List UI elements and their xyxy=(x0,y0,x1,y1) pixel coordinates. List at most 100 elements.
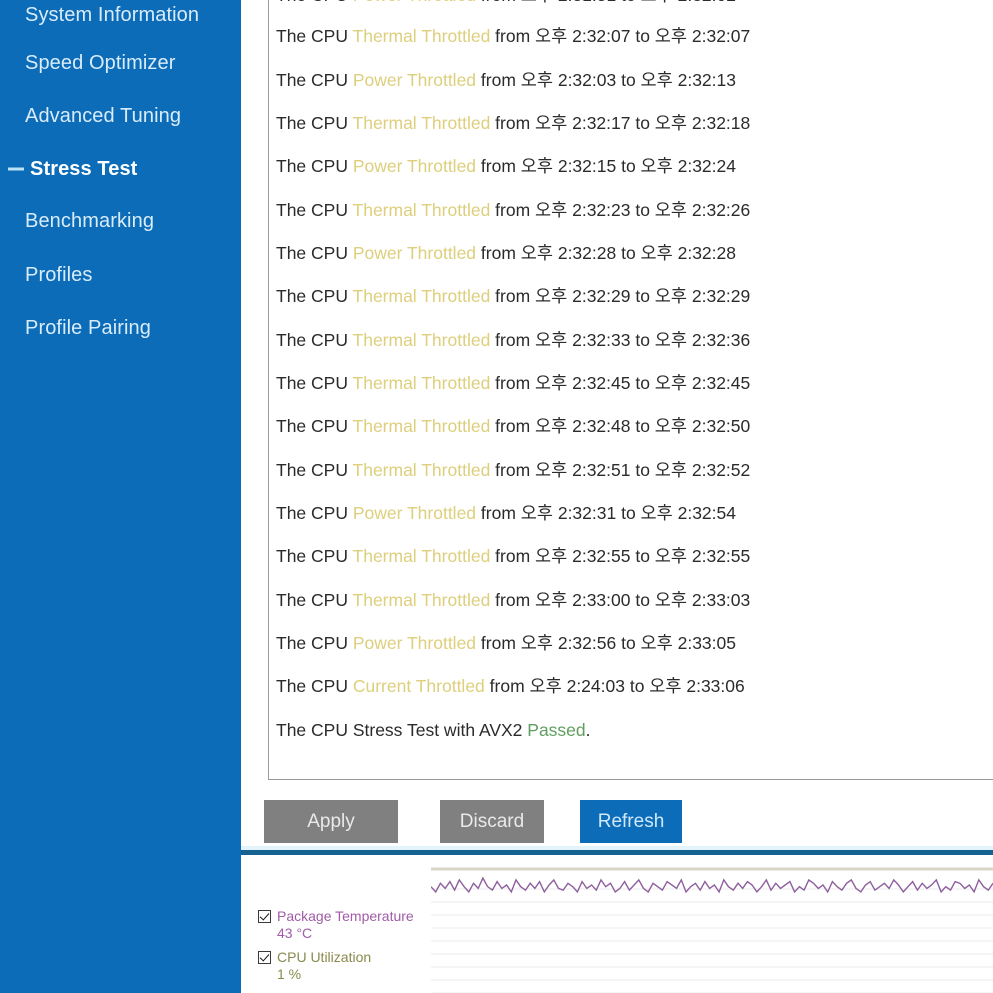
monitoring-line-chart xyxy=(430,867,993,993)
legend-series-value: 1 % xyxy=(277,966,302,982)
log-entry-suffix: from 오후 2:32:17 to 오후 2:32:18 xyxy=(490,113,751,133)
log-entry-status-token: Thermal Throttled xyxy=(352,460,491,480)
log-entry: The CPU Thermal Throttled from 오후 2:32:2… xyxy=(276,200,750,220)
log-entry-prefix: The CPU Stress Test with AVX2 xyxy=(276,720,528,740)
log-entry-suffix: from 오후 2:32:45 to 오후 2:32:45 xyxy=(490,373,751,393)
log-entry: The CPU Thermal Throttled from 오후 2:32:5… xyxy=(276,460,750,480)
log-entry: The CPU Power Throttled from 오후 2:32:03 … xyxy=(276,70,736,90)
log-entry-prefix: The CPU xyxy=(276,156,353,176)
log-entry-prefix: The CPU xyxy=(276,70,353,90)
log-entry-suffix: from 오후 2:32:23 to 오후 2:32:26 xyxy=(490,200,751,220)
graph-plot-area[interactable] xyxy=(430,855,993,993)
log-entry-suffix: from 오후 2:31:51 to 오후 2:32:02 xyxy=(476,0,736,5)
log-entry-status-token: Thermal Throttled xyxy=(352,286,491,306)
log-entry-prefix: The CPU xyxy=(276,633,353,653)
sidebar-item-advanced-tuning[interactable]: Advanced Tuning xyxy=(0,101,241,131)
log-entry-status-token: Power Throttled xyxy=(352,503,477,523)
legend-entry-header: CPU Utilization xyxy=(258,949,448,965)
action-button-row: Apply Discard Refresh xyxy=(264,800,964,844)
refresh-button[interactable]: Refresh xyxy=(580,800,682,843)
log-entry-status-token: Power Throttled xyxy=(352,156,477,176)
sidebar-item-profile-pairing[interactable]: Profile Pairing xyxy=(0,313,241,343)
log-entry-status-token: Passed xyxy=(527,720,586,740)
log-entry: The CPU Power Throttled from 오후 2:32:15 … xyxy=(276,156,736,176)
log-entry-status-token: Thermal Throttled xyxy=(352,113,491,133)
legend-entry[interactable]: CPU Utilization 1 % xyxy=(258,949,448,983)
app-root: System Information Speed Optimizer Advance… xyxy=(0,0,993,993)
log-entry-suffix: from 오후 2:32:56 to 오후 2:33:05 xyxy=(476,633,736,653)
sidebar-item-label: Speed Optimizer xyxy=(25,51,176,74)
log-entry: The CPU Thermal Throttled from 오후 2:32:5… xyxy=(276,546,750,566)
log-entry-status-token: Power Throttled xyxy=(353,0,476,5)
sidebar-item-label: Profile Pairing xyxy=(25,316,152,339)
sidebar-item-system-information[interactable]: System Information xyxy=(0,0,241,30)
sidebar-item-profiles[interactable]: Profiles xyxy=(0,260,241,290)
legend-series-name: CPU Utilization xyxy=(277,949,372,965)
log-entry: The CPU Thermal Throttled from 오후 2:32:4… xyxy=(276,416,750,436)
log-entry-suffix: from 오후 2:33:00 to 오후 2:33:03 xyxy=(490,590,751,610)
log-entry-status-token: Power Throttled xyxy=(352,70,477,90)
log-entry-status-token: Power Throttled xyxy=(352,243,477,263)
log-entry-suffix: from 오후 2:32:51 to 오후 2:32:52 xyxy=(490,460,751,480)
log-entry: The CPU Thermal Throttled from 오후 2:32:0… xyxy=(276,26,750,46)
log-entry-prefix: The CPU xyxy=(276,243,353,263)
graph-legend: Package Temperature 43 °C CPU Utilization 1… xyxy=(258,908,448,990)
log-entry-status-token: Thermal Throttled xyxy=(352,200,491,220)
log-entry-status-token: Thermal Throttled xyxy=(352,546,491,566)
legend-series-value: 43 °C xyxy=(277,925,313,941)
log-entry: The CPU Power Throttled from 오후 2:32:56 … xyxy=(276,633,736,653)
log-entry-prefix: The CPU xyxy=(276,200,353,220)
log-entry-status-token: Thermal Throttled xyxy=(352,330,491,350)
log-entry-prefix: The CPU xyxy=(276,373,353,393)
legend-entry-header: Package Temperature xyxy=(258,908,448,924)
log-entry: The CPU Stress Test with AVX2 Passed. xyxy=(276,720,591,740)
log-entry: The CPU Thermal Throttled from 오후 2:32:1… xyxy=(276,113,750,133)
log-entry-suffix: from 오후 2:32:55 to 오후 2:32:55 xyxy=(490,546,751,566)
log-entry-status-token: Thermal Throttled xyxy=(352,416,491,436)
sidebar-item-benchmarking[interactable]: Benchmarking xyxy=(0,206,241,236)
dash-marker-icon xyxy=(8,167,24,171)
log-entry-suffix: . xyxy=(585,720,591,740)
log-entry-suffix: from 오후 2:32:03 to 오후 2:32:13 xyxy=(476,70,736,90)
log-entry: The CPU Power Throttled from 오후 2:31:51 … xyxy=(276,0,736,5)
apply-button[interactable]: Apply xyxy=(264,800,398,843)
log-entry-suffix: from 오후 2:32:29 to 오후 2:32:29 xyxy=(490,286,751,306)
log-entry-status-token: Current Throttled xyxy=(352,676,485,696)
log-entry-prefix: The CPU xyxy=(276,286,353,306)
sidebar-item-label: Advanced Tuning xyxy=(25,104,182,127)
log-entry-prefix: The CPU xyxy=(276,503,353,523)
discard-button[interactable]: Discard xyxy=(440,800,544,843)
log-entry: The CPU Thermal Throttled from 오후 2:33:0… xyxy=(276,590,750,610)
stress-test-log-panel[interactable]: The CPU Power Throttled from 오후 2:31:51 … xyxy=(268,0,993,780)
log-entry-status-token: Power Throttled xyxy=(352,633,477,653)
log-entry: The CPU Thermal Throttled from 오후 2:32:3… xyxy=(276,330,750,350)
sidebar-item-label: System Information xyxy=(25,3,200,26)
log-entry-suffix: from 오후 2:32:15 to 오후 2:32:24 xyxy=(476,156,736,176)
sidebar-item-stress-test[interactable]: Stress Test xyxy=(0,154,241,184)
log-entry-prefix: The CPU xyxy=(276,113,353,133)
checkbox-checked-icon[interactable] xyxy=(258,950,271,964)
log-entry-status-token: Thermal Throttled xyxy=(352,590,491,610)
log-entry-prefix: The CPU xyxy=(276,676,353,696)
log-entry-prefix: The CPU xyxy=(276,330,353,350)
log-entry-suffix: from 오후 2:32:48 to 오후 2:32:50 xyxy=(490,416,751,436)
log-entry: The CPU Power Throttled from 오후 2:32:28 … xyxy=(276,243,736,263)
log-entry-prefix: The CPU xyxy=(276,0,353,5)
log-entry: The CPU Thermal Throttled from 오후 2:32:2… xyxy=(276,286,750,306)
log-entry-prefix: The CPU xyxy=(276,416,353,436)
log-entry-prefix: The CPU xyxy=(276,546,353,566)
legend-entry[interactable]: Package Temperature 43 °C xyxy=(258,908,448,942)
checkbox-checked-icon[interactable] xyxy=(258,909,271,923)
sidebar-item-speed-optimizer[interactable]: Speed Optimizer xyxy=(0,48,241,78)
series-package-temperature xyxy=(430,876,993,894)
log-entry-suffix: from 오후 2:32:07 to 오후 2:32:07 xyxy=(490,26,751,46)
log-entry-suffix: from 오후 2:24:03 to 오후 2:33:06 xyxy=(484,676,745,696)
log-entry: The CPU Current Throttled from 오후 2:24:0… xyxy=(276,676,745,696)
log-entry-prefix: The CPU xyxy=(276,460,353,480)
log-entry-suffix: from 오후 2:32:31 to 오후 2:32:54 xyxy=(476,503,736,523)
log-entry-prefix: The CPU xyxy=(276,26,353,46)
legend-series-name: Package Temperature xyxy=(277,908,414,924)
sidebar-item-label: Profiles xyxy=(25,263,93,286)
log-entry-status-token: Thermal Throttled xyxy=(352,373,491,393)
sidebar-navigation: System Information Speed Optimizer Advance… xyxy=(0,0,241,993)
